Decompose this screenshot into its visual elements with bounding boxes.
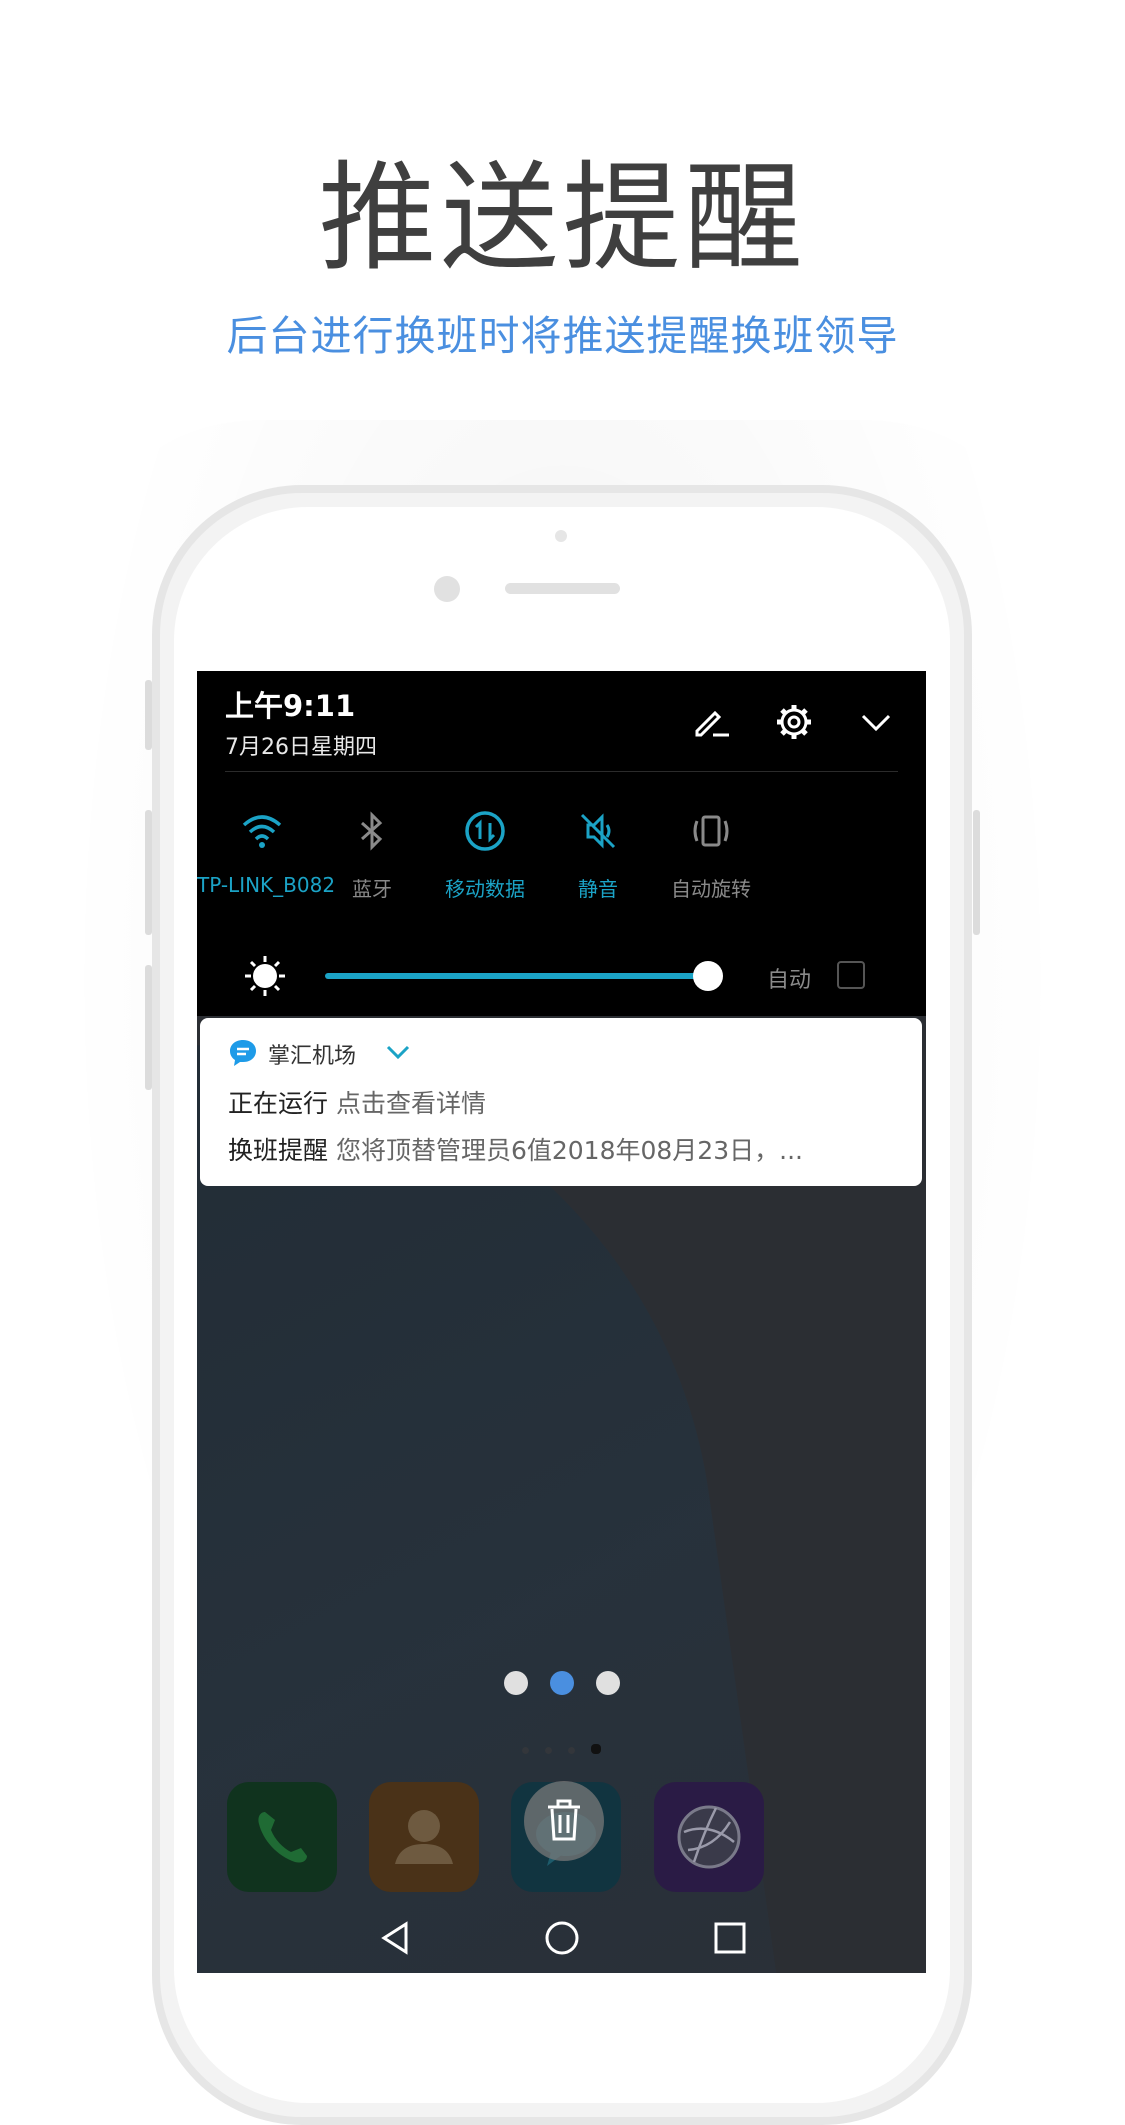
auto-rotate-icon xyxy=(693,815,729,847)
page-indicator xyxy=(197,1671,926,1699)
quick-settings-panel: 上午9:11 7月26日星期四 TP-LINK_B082 蓝牙 移动数据 静音 … xyxy=(197,671,926,1016)
auto-brightness-label: 自动 xyxy=(767,968,812,993)
notification-running-text: 点击查看详情 xyxy=(335,1089,486,1118)
clear-all-button[interactable] xyxy=(524,1781,604,1861)
page-dot-active[interactable] xyxy=(549,1671,574,1695)
tile-auto-rotate[interactable]: 自动旋转 xyxy=(646,809,776,902)
notification-shift-title: 换班提醒 xyxy=(228,1136,329,1165)
home-icon[interactable] xyxy=(542,1918,582,1958)
page-dot[interactable] xyxy=(595,1671,620,1695)
home-dot xyxy=(545,1747,552,1754)
brightness-icon xyxy=(245,956,285,996)
tile-label: 静音 xyxy=(578,877,618,901)
phone-side-button xyxy=(145,965,152,1090)
brightness-slider[interactable] xyxy=(325,973,707,979)
tile-bluetooth[interactable]: 蓝牙 xyxy=(307,809,437,902)
phone-side-button xyxy=(145,810,152,935)
phone-power-button xyxy=(973,810,980,935)
notification-shift-text: 您将顶替管理员6值2018年08月23日，... xyxy=(335,1136,803,1165)
tile-mute[interactable]: 静音 xyxy=(533,809,663,902)
notification-line-shift: 换班提醒 您将顶替管理员6值2018年08月23日，... xyxy=(228,1131,888,1167)
chat-bubble-icon xyxy=(230,1040,256,1066)
home-dot-active xyxy=(591,1744,601,1754)
phone-icon[interactable] xyxy=(227,1782,337,1892)
status-date: 7月26日星期四 xyxy=(225,735,377,760)
back-icon[interactable] xyxy=(376,1918,416,1958)
notification-app-name: 掌汇机场 xyxy=(268,1044,357,1069)
wifi-icon xyxy=(242,815,282,848)
gear-icon[interactable] xyxy=(771,699,817,745)
home-dot xyxy=(522,1747,529,1754)
tile-label: 移动数据 xyxy=(445,877,525,901)
phone-camera xyxy=(434,576,460,602)
home-dot xyxy=(568,1747,575,1754)
notification-card[interactable]: 掌汇机场 正在运行 点击查看详情 换班提醒 您将顶替管理员6值2018年08月2… xyxy=(200,1018,922,1186)
browser-icon[interactable] xyxy=(654,1782,764,1892)
page-subtitle: 后台进行换班时将推送提醒换班领导 xyxy=(226,312,899,360)
page-dot[interactable] xyxy=(503,1671,528,1695)
edit-icon[interactable] xyxy=(689,699,735,745)
notification-running-title: 正在运行 xyxy=(228,1089,329,1118)
phone-sensor xyxy=(555,530,567,542)
phone-side-button xyxy=(145,680,152,750)
tile-label: 自动旋转 xyxy=(671,877,751,901)
bluetooth-icon xyxy=(361,811,383,851)
auto-brightness-checkbox[interactable] xyxy=(837,961,865,989)
chevron-down-icon[interactable] xyxy=(853,699,899,745)
tile-mobile-data[interactable]: 移动数据 xyxy=(420,809,550,902)
recents-icon[interactable] xyxy=(710,1918,750,1958)
notification-line-running: 正在运行 点击查看详情 xyxy=(228,1084,486,1120)
status-time: 上午9:11 xyxy=(225,689,356,723)
navigation-bar xyxy=(197,1906,926,1973)
home-page-indicator xyxy=(197,1739,926,1758)
phone-screen: 上午9:11 7月26日星期四 TP-LINK_B082 蓝牙 移动数据 静音 … xyxy=(197,671,926,1973)
mobile-data-icon xyxy=(465,811,505,851)
mute-icon xyxy=(580,813,616,849)
expand-chevron-icon[interactable] xyxy=(385,1042,411,1062)
trash-icon xyxy=(548,1799,580,1841)
phone-speaker xyxy=(505,583,620,594)
page-title: 推送提醒 xyxy=(318,149,807,287)
contacts-icon[interactable] xyxy=(369,1782,479,1892)
brightness-slider-handle[interactable] xyxy=(693,961,723,991)
tile-label: 蓝牙 xyxy=(352,877,392,901)
header-divider xyxy=(225,771,898,772)
